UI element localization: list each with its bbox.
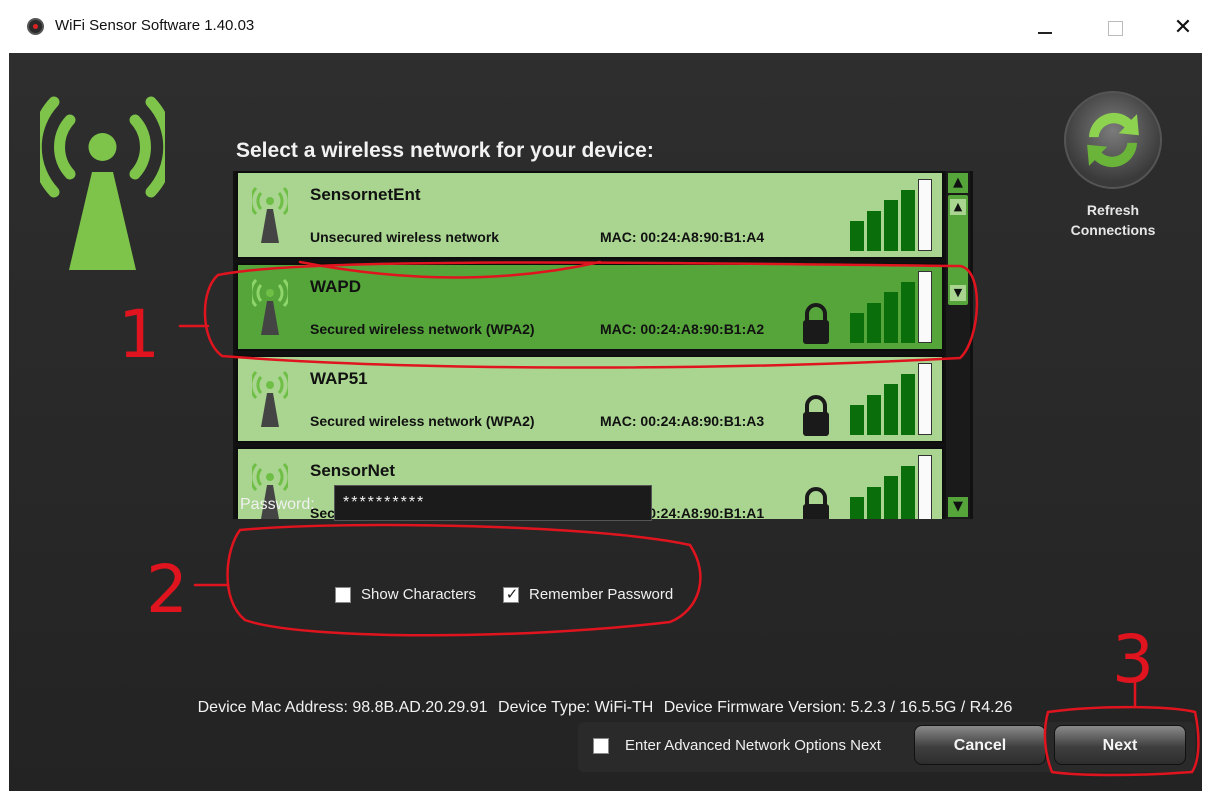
signal-strength-icon bbox=[850, 179, 934, 251]
signal-bar bbox=[867, 303, 881, 343]
password-label: Password: bbox=[240, 496, 315, 513]
wifi-tower-icon bbox=[252, 370, 288, 427]
app-icon bbox=[27, 18, 44, 35]
device-mac: Device Mac Address: 98.8B.AD.20.29.91 bbox=[197, 699, 488, 716]
signal-bar bbox=[867, 211, 881, 251]
network-security: Unsecured wireless network bbox=[310, 229, 500, 245]
signal-bar bbox=[918, 179, 932, 251]
network-security: Secured wireless network (WPA2) bbox=[310, 321, 535, 337]
refresh-button[interactable] bbox=[1064, 91, 1162, 189]
network-name: WAP51 bbox=[310, 369, 368, 388]
network-list[interactable]: SensornetEnt Unsecured wireless network MA… bbox=[233, 171, 973, 519]
scroll-down-arrow-icon[interactable]: ▼ bbox=[948, 497, 968, 517]
close-button[interactable]: ✕ bbox=[1160, 10, 1206, 46]
network-mac: MAC: 00:24:A8:90:B1:A3 bbox=[600, 413, 765, 429]
refresh-label: Refresh Connections bbox=[1070, 202, 1156, 238]
signal-strength-icon bbox=[850, 271, 934, 343]
network-row[interactable]: WAPD Secured wireless network (WPA2) MAC: … bbox=[236, 263, 944, 351]
signal-bar bbox=[901, 466, 915, 519]
password-input[interactable] bbox=[334, 485, 652, 521]
signal-bar bbox=[850, 221, 864, 251]
minimize-button[interactable] bbox=[1022, 10, 1068, 46]
device-info: Device Mac Address: 98.8B.AD.20.29.91 De… bbox=[0, 699, 1210, 717]
remember-password-checkbox[interactable] bbox=[503, 585, 520, 603]
network-mac: MAC: 00:24:A8:90:B1:A4 bbox=[600, 229, 765, 245]
next-button[interactable]: Next bbox=[1054, 725, 1186, 765]
device-firmware: Device Firmware Version: 5.2.3 / 16.5.5G… bbox=[663, 699, 1013, 716]
network-list-scrollbar[interactable]: ▲ ▲ ▼ ▼ bbox=[946, 171, 970, 519]
signal-bar bbox=[850, 497, 864, 519]
network-row[interactable]: SensornetEnt Unsecured wireless network MA… bbox=[236, 171, 944, 259]
signal-bar bbox=[901, 190, 915, 251]
signal-bar bbox=[884, 476, 898, 519]
wifi-tower-icon bbox=[252, 278, 288, 335]
network-name: SensorNet bbox=[310, 461, 396, 480]
signal-bar bbox=[884, 292, 898, 343]
signal-bar bbox=[918, 271, 932, 343]
cancel-button[interactable]: Cancel bbox=[914, 725, 1046, 765]
network-name: SensornetEnt bbox=[310, 185, 421, 204]
signal-strength-icon bbox=[850, 363, 934, 435]
signal-bar bbox=[901, 374, 915, 435]
network-mac: MAC: 00:24:A8:90:B1:A2 bbox=[600, 321, 765, 337]
maximize-button[interactable] bbox=[1092, 10, 1138, 46]
signal-bar bbox=[884, 200, 898, 251]
remember-password-label: Remember Password bbox=[529, 586, 674, 603]
signal-bar bbox=[918, 455, 932, 519]
network-name: WAPD bbox=[310, 277, 361, 296]
page-heading: Select a wireless network for your devic… bbox=[236, 139, 654, 162]
title-bar: WiFi Sensor Software 1.40.03 ✕ bbox=[0, 0, 1210, 53]
show-characters-label: Show Characters bbox=[361, 586, 477, 603]
signal-bar bbox=[867, 487, 881, 519]
signal-bar bbox=[867, 395, 881, 435]
refresh-icon bbox=[1087, 112, 1139, 168]
thumb-down-arrow-icon: ▼ bbox=[950, 285, 966, 301]
signal-bar bbox=[850, 313, 864, 343]
window-title: WiFi Sensor Software 1.40.03 bbox=[55, 17, 255, 34]
show-characters-checkbox[interactable] bbox=[335, 587, 351, 603]
advanced-options-checkbox[interactable] bbox=[593, 738, 609, 754]
device-type: Device Type: WiFi-TH bbox=[498, 699, 654, 716]
advanced-options-label: Enter Advanced Network Options Next bbox=[625, 737, 881, 754]
signal-bar bbox=[901, 282, 915, 343]
signal-bar bbox=[884, 384, 898, 435]
signal-bar bbox=[850, 405, 864, 435]
network-row[interactable]: WAP51 Secured wireless network (WPA2) MAC:… bbox=[236, 355, 944, 443]
wifi-tower-icon bbox=[252, 186, 288, 243]
thumb-up-arrow-icon: ▲ bbox=[950, 199, 966, 215]
lock-icon bbox=[803, 303, 829, 344]
network-security: Secured wireless network (WPA2) bbox=[310, 413, 535, 429]
signal-bar bbox=[918, 363, 932, 435]
signal-strength-icon bbox=[850, 455, 934, 519]
lock-icon bbox=[803, 395, 829, 436]
main-panel: Select a wireless network for your devic… bbox=[0, 53, 1210, 791]
scrollbar-thumb[interactable]: ▲ ▼ bbox=[948, 195, 968, 305]
lock-icon bbox=[803, 487, 829, 519]
wifi-tower-logo-icon bbox=[40, 96, 165, 270]
scroll-up-arrow-icon[interactable]: ▲ bbox=[948, 173, 968, 193]
